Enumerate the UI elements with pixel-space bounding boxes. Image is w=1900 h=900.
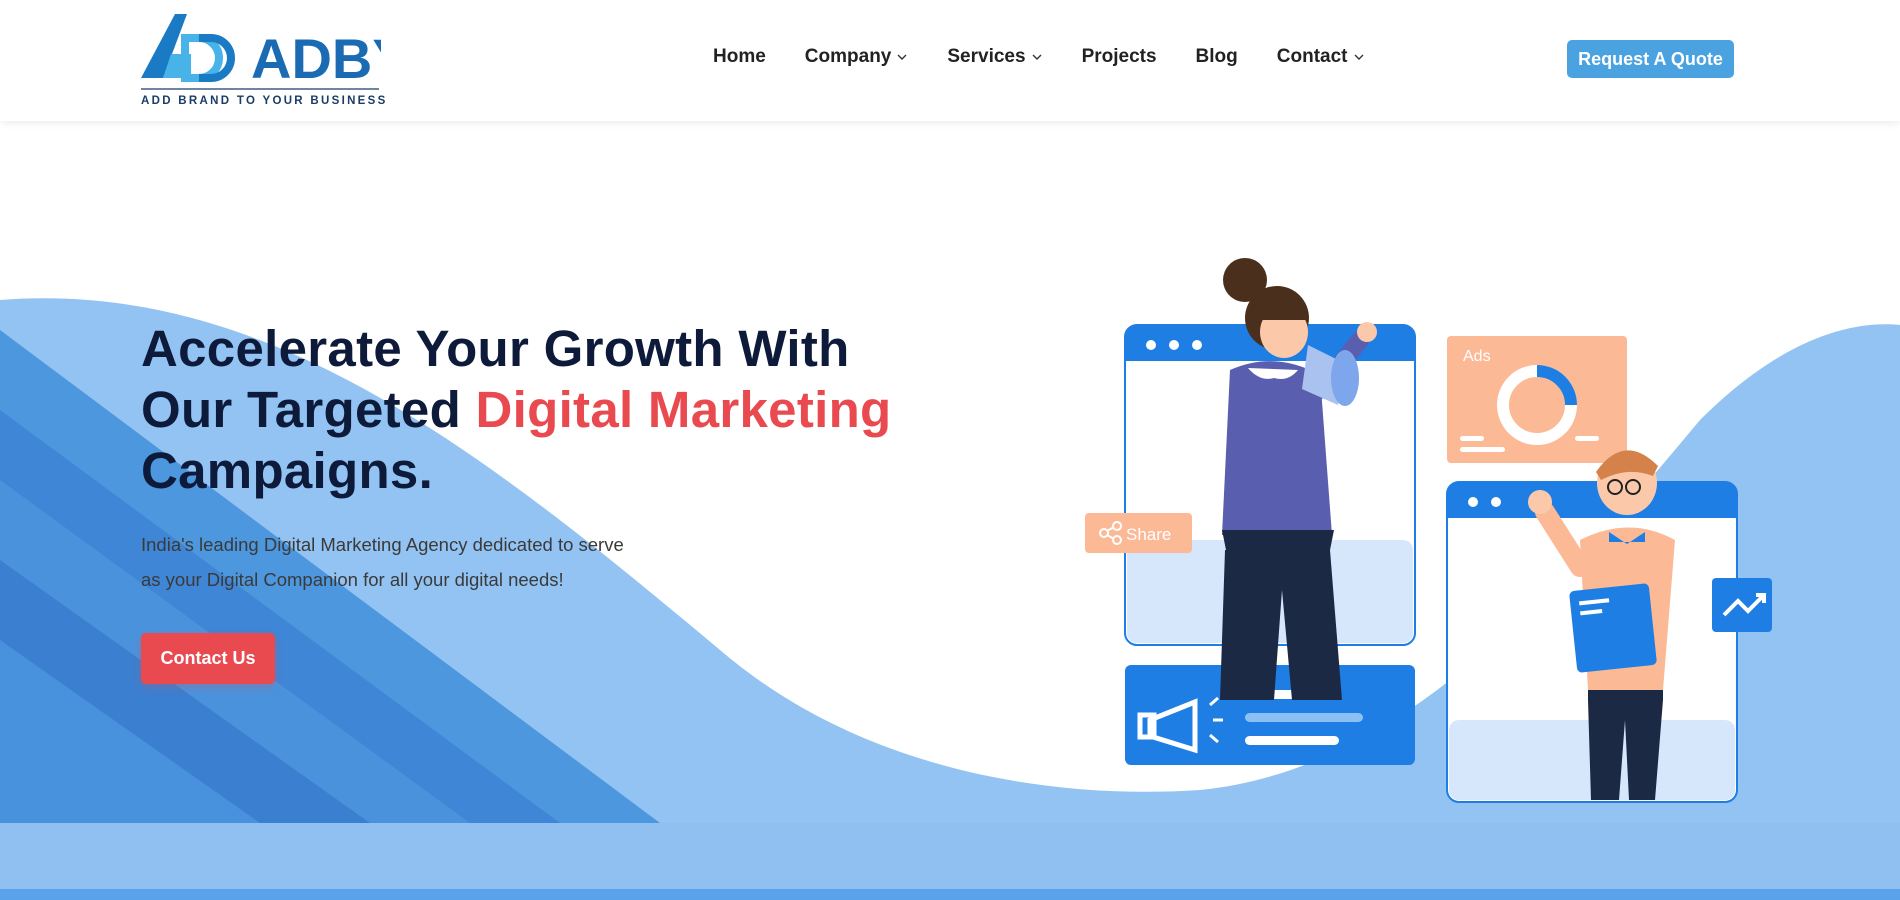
ads-label: Ads (1463, 348, 1491, 365)
nav-company[interactable]: Company (805, 46, 909, 68)
nav-services[interactable]: Services (947, 46, 1042, 68)
nav-blog-label: Blog (1195, 46, 1238, 67)
hero-title-line1: Accelerate Your Growth With (141, 320, 850, 377)
adbyb-logo[interactable]: ADBYB (141, 12, 381, 108)
nav-home-label: Home (713, 46, 766, 67)
nav-company-label: Company (804, 46, 892, 67)
nav-contact-label: Contact (1276, 46, 1348, 67)
share-tag: Share (1085, 513, 1192, 553)
nav-contact[interactable]: Contact (1277, 46, 1365, 68)
ads-card: Ads (1447, 336, 1627, 463)
hero-subtitle: India's leading Digital Marketing Agency… (141, 527, 661, 597)
hero-title-line3: Campaigns. (141, 442, 434, 499)
chevron-down-icon (1354, 54, 1363, 60)
share-label: Share (1126, 525, 1171, 544)
nav-projects[interactable]: Projects (1082, 46, 1157, 68)
logo-tagline: ADD BRAND TO YOUR BUSINESS (141, 95, 388, 107)
hero-subtitle-line2: as your Digital Companion for all your d… (141, 569, 564, 590)
hero-title: Accelerate Your Growth With Our Targeted… (141, 318, 941, 501)
contact-us-button[interactable]: Contact Us (141, 633, 275, 684)
nav-services-label: Services (947, 46, 1026, 67)
logo-wordmark: ADBYB (251, 27, 381, 90)
marketing-illustration: Share Ads (1085, 258, 1772, 803)
chevron-down-icon (897, 54, 907, 60)
nav-home[interactable]: Home (713, 46, 766, 68)
hero-subtitle-line1: India's leading Digital Marketing Agency… (141, 534, 624, 555)
hero-title-accent: Digital Marketing (475, 381, 892, 438)
nav-projects-label: Projects (1081, 46, 1157, 67)
request-quote-button[interactable]: Request A Quote (1567, 40, 1734, 78)
nav-blog[interactable]: Blog (1196, 46, 1238, 68)
main-nav: Home Company Services Projects Blog Cont… (713, 46, 1404, 68)
site-header: ADBYB ADD BRAND TO YOUR BUSINESS Home Co… (0, 0, 1900, 121)
hero-content: Accelerate Your Growth With Our Targeted… (141, 318, 941, 684)
hero-title-line2-prefix: Our Targeted (141, 381, 476, 438)
trend-up-icon (1712, 578, 1772, 632)
chevron-down-icon (1032, 54, 1042, 60)
